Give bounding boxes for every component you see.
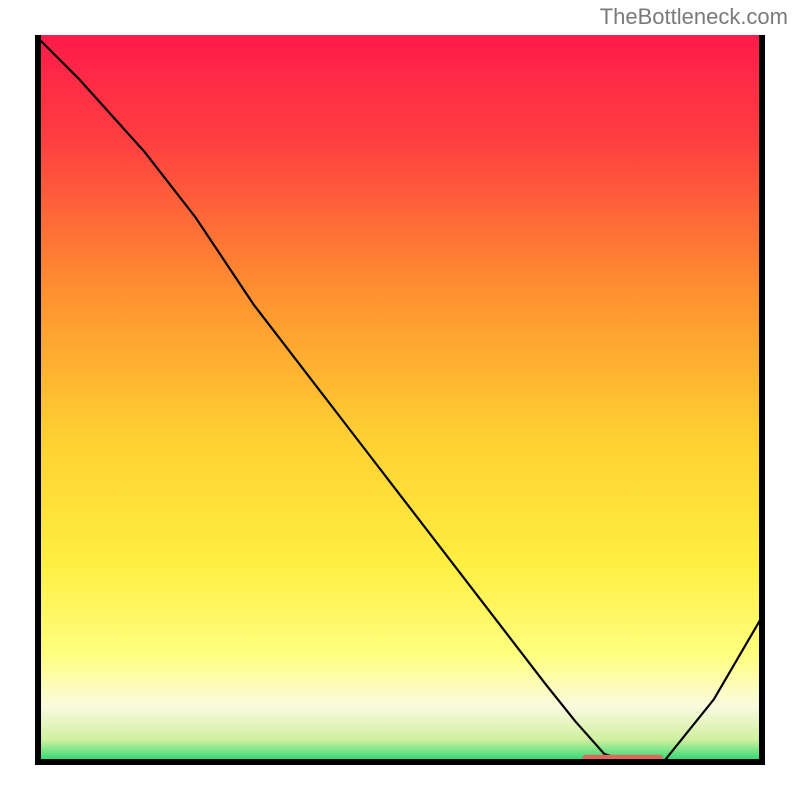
watermark-text: TheBottleneck.com [600,4,788,30]
chart-background-gradient [35,35,765,765]
chart-svg [35,35,765,765]
chart-plot-area [35,35,765,765]
